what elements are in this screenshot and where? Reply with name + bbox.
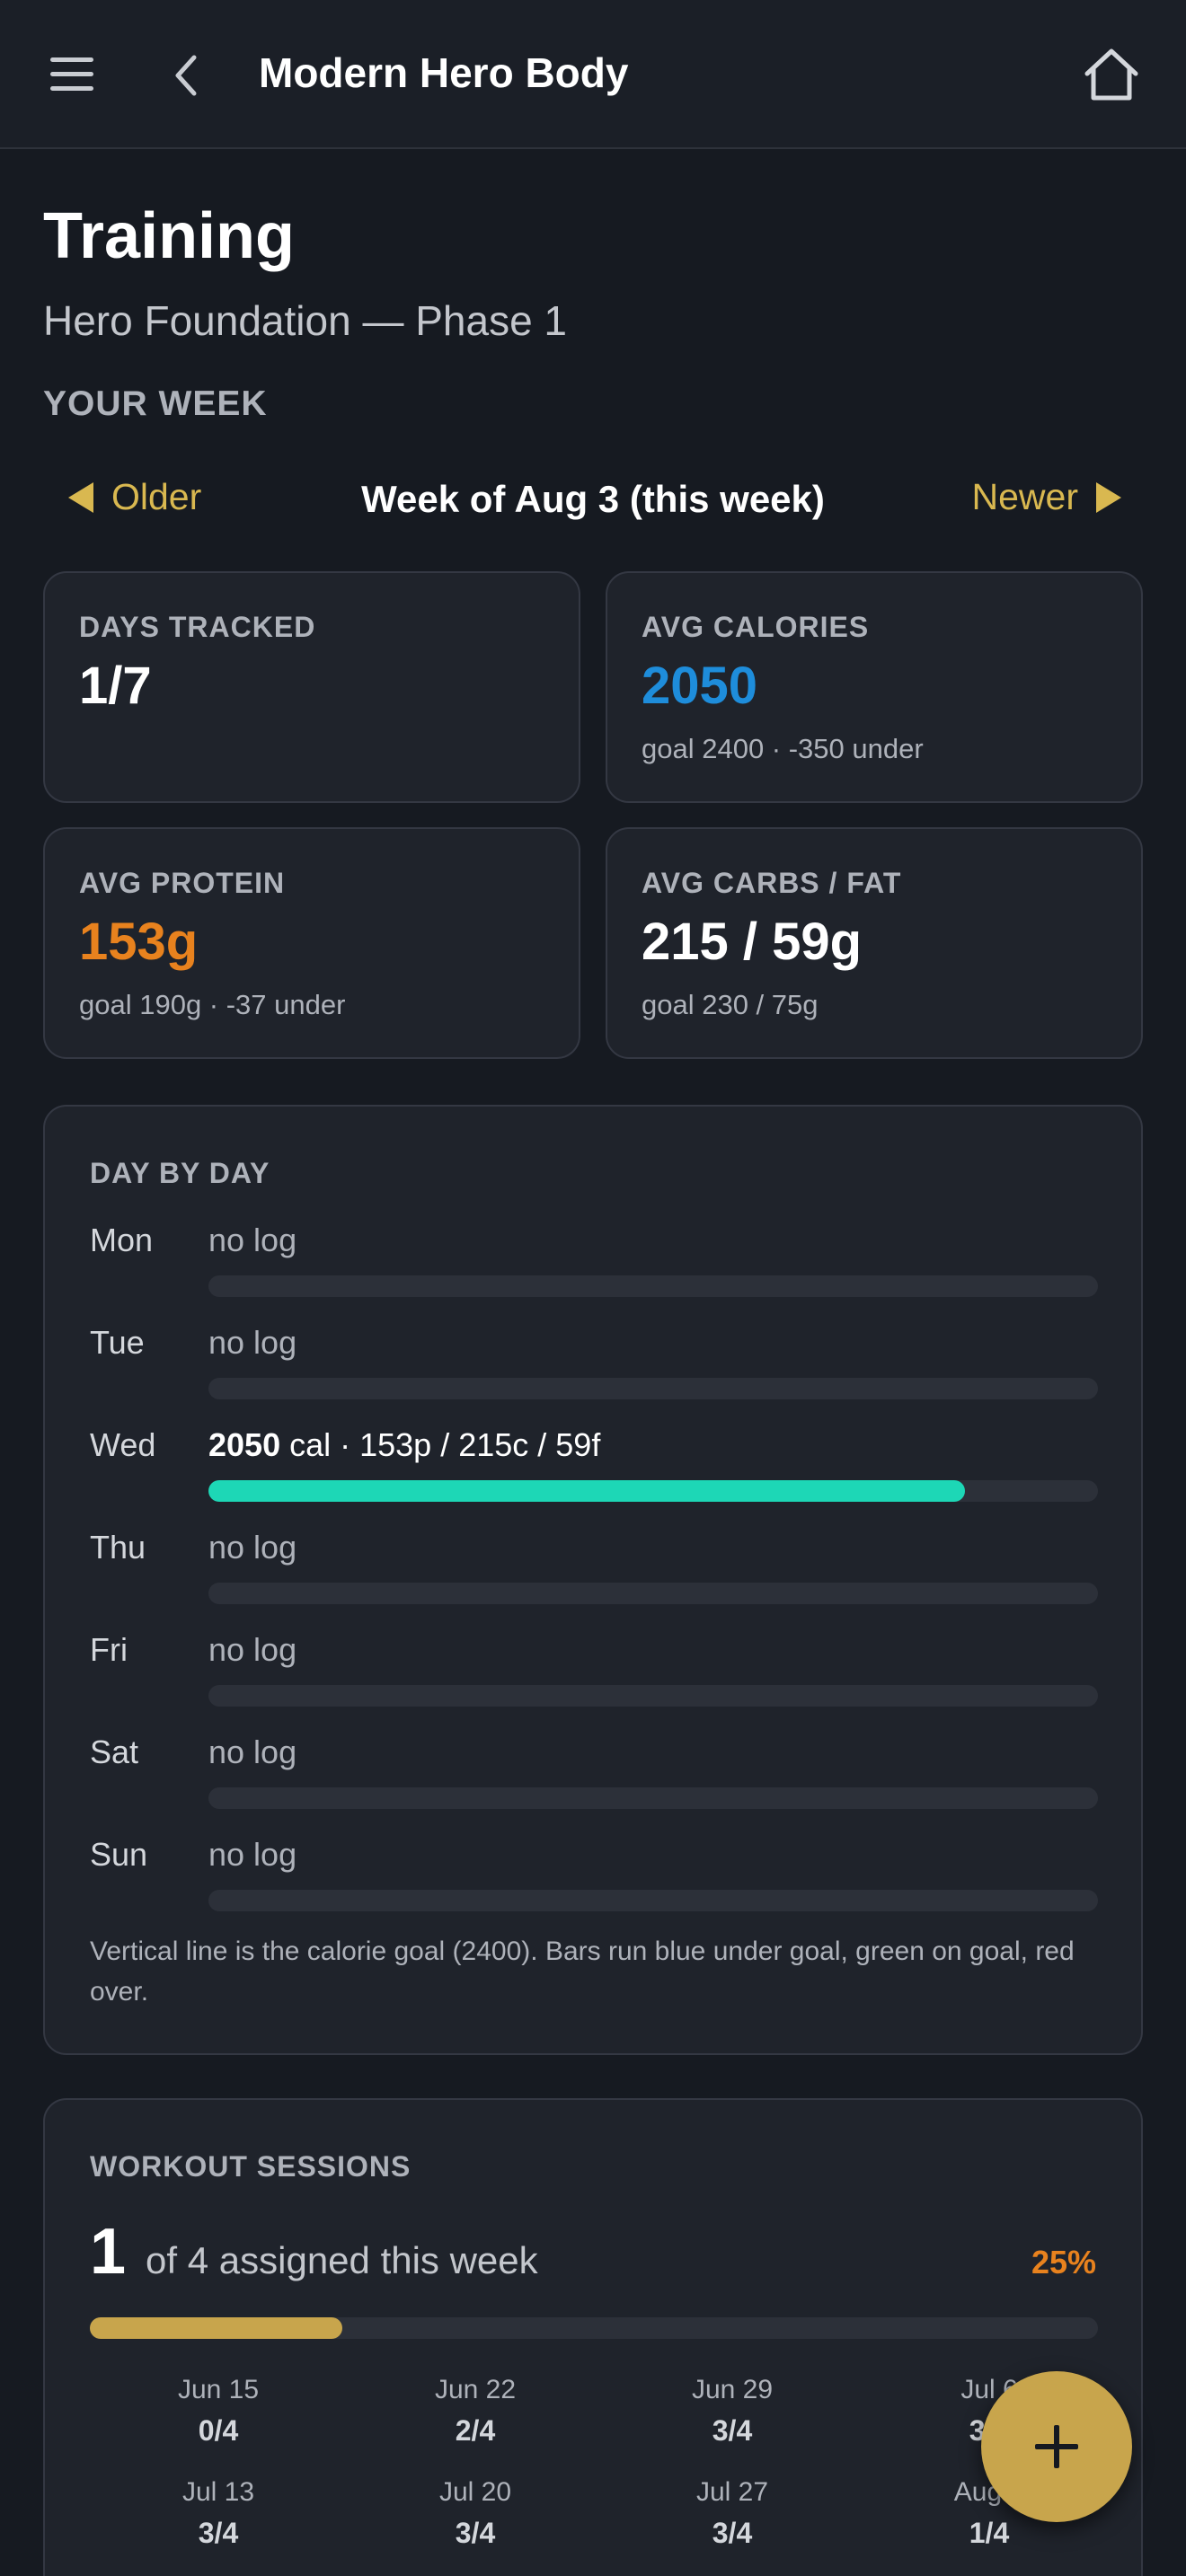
- stat-value: 215 / 59g: [642, 913, 863, 971]
- stat-card-avg-calories: AVG CALORIES 2050 goal 2400 · -350 under: [606, 571, 1143, 803]
- day-progress-track: [208, 1685, 1098, 1707]
- history-date: Jun 22: [434, 2375, 517, 2404]
- day-progress-track: [208, 1583, 1098, 1604]
- history-week: Jul 13 3/4: [90, 2477, 347, 2550]
- home-icon[interactable]: [1082, 47, 1141, 102]
- day-progress-track: [208, 1890, 1098, 1911]
- day-progress-fill: [208, 1480, 965, 1502]
- history-score: 3/4: [455, 2517, 496, 2549]
- day-name: Thu: [90, 1529, 146, 1566]
- day-progress-track: [208, 1275, 1098, 1297]
- day-name: Sun: [90, 1836, 148, 1873]
- hamburger-icon[interactable]: [45, 52, 101, 97]
- history-week: Jul 20 3/4: [347, 2477, 604, 2550]
- day-summary: no log: [208, 1529, 297, 1566]
- top-app-bar: Modern Hero Body: [0, 0, 1186, 149]
- history-date: Jul 13: [181, 2477, 255, 2507]
- day-progress-track: [208, 1480, 1098, 1502]
- history-week: Jun 29 3/4: [604, 2375, 861, 2448]
- sessions-percent: 25%: [1031, 2244, 1096, 2280]
- stat-card-days-tracked: DAYS TRACKED 1/7: [43, 571, 580, 803]
- history-score: 1/4: [969, 2517, 1010, 2549]
- history-week: Jun 22 2/4: [347, 2375, 604, 2448]
- history-score: 3/4: [712, 2414, 753, 2447]
- day-name: Tue: [90, 1324, 145, 1361]
- add-entry-fab[interactable]: [981, 2371, 1132, 2522]
- stat-label: AVG CARBS / FAT: [642, 867, 902, 899]
- day-row-sun: Sun no log: [90, 1836, 1098, 1926]
- stat-subtext: goal 2400 · -350 under: [642, 733, 924, 764]
- chevron-left-icon[interactable]: [167, 50, 203, 101]
- sessions-completed: 1 of 4 assigned this week: [90, 2215, 538, 2289]
- day-row-mon: Mon no log: [90, 1222, 1098, 1311]
- app-title: Modern Hero Body: [259, 49, 629, 96]
- caret-right-icon: [1096, 481, 1121, 513]
- history-score: 2/4: [455, 2414, 496, 2447]
- sessions-assigned-text: of 4 assigned this week: [146, 2239, 538, 2281]
- day-name: Wed: [90, 1426, 156, 1463]
- stat-card-avg-protein: AVG PROTEIN 153g goal 190g · -37 under: [43, 827, 580, 1059]
- day-summary: no log: [208, 1631, 297, 1668]
- day-macros: 153p / 215c / 59f: [359, 1426, 601, 1463]
- day-summary: no log: [208, 1222, 297, 1258]
- sessions-completed-count: 1: [90, 2216, 127, 2288]
- stat-subtext: goal 190g · -37 under: [79, 989, 346, 1020]
- day-row-tue: Tue no log: [90, 1324, 1098, 1414]
- page-title: Training: [43, 200, 296, 272]
- newer-week-button[interactable]: Newer: [972, 476, 1121, 518]
- day-summary: 2050 cal · 153p / 215c / 59f: [208, 1426, 600, 1464]
- history-week: Jun 15 0/4: [90, 2375, 347, 2448]
- day-row-fri: Fri no log: [90, 1631, 1098, 1721]
- workout-sessions-title: WORKOUT SESSIONS: [90, 2150, 412, 2183]
- day-name: Mon: [90, 1222, 154, 1258]
- day-progress-track: [208, 1787, 1098, 1809]
- stat-value: 153g: [79, 913, 199, 971]
- history-date: Jun 29: [691, 2375, 774, 2404]
- stat-subtext: goal 230 / 75g: [642, 989, 819, 1020]
- history-score: 0/4: [198, 2414, 239, 2447]
- day-calories: 2050: [208, 1426, 281, 1463]
- workout-sessions-card: WORKOUT SESSIONS 1 of 4 assigned this wee…: [43, 2098, 1143, 2576]
- training-screen: Modern Hero Body Training Hero Foundatio…: [0, 0, 1186, 2576]
- section-heading-your-week: YOUR WEEK: [43, 384, 268, 423]
- day-row-wed: Wed 2050 cal · 153p / 215c / 59f: [90, 1426, 1098, 1516]
- week-navigator: Older Week of Aug 3 (this week) Newer: [43, 467, 1143, 535]
- history-score: 3/4: [712, 2517, 753, 2549]
- history-date: Jul 20: [438, 2477, 512, 2507]
- day-summary: no log: [208, 1734, 297, 1770]
- day-summary: no log: [208, 1324, 297, 1361]
- stat-label: AVG PROTEIN: [79, 867, 286, 899]
- newer-label: Newer: [971, 476, 1078, 517]
- history-score: 3/4: [198, 2517, 239, 2549]
- history-date: Jun 15: [177, 2375, 260, 2404]
- sessions-progress-track: [90, 2317, 1098, 2339]
- calorie-goal-note: Vertical line is the calorie goal (2400)…: [90, 1936, 1075, 2007]
- day-name: Fri: [90, 1631, 128, 1668]
- program-name: Hero Foundation — Phase 1: [43, 297, 568, 344]
- stat-value: 1/7: [79, 657, 152, 715]
- day-row-thu: Thu no log: [90, 1529, 1098, 1619]
- sessions-progress-fill: [90, 2317, 342, 2339]
- day-by-day-title: DAY BY DAY: [90, 1157, 270, 1189]
- history-date: Jul 27: [695, 2477, 769, 2507]
- day-row-sat: Sat no log: [90, 1734, 1098, 1823]
- calories-unit: cal ·: [280, 1426, 360, 1463]
- day-summary: no log: [208, 1836, 297, 1873]
- history-week: Jul 27 3/4: [604, 2477, 861, 2550]
- stat-label: AVG CALORIES: [642, 611, 870, 643]
- stat-card-avg-carbs-fat: AVG CARBS / FAT 215 / 59g goal 230 / 75g: [606, 827, 1143, 1059]
- day-by-day-card: DAY BY DAY Mon no log Tue no log Wed 205…: [43, 1105, 1143, 2055]
- stat-label: DAYS TRACKED: [79, 611, 316, 643]
- stat-value: 2050: [642, 657, 758, 715]
- day-progress-track: [208, 1378, 1098, 1399]
- day-name: Sat: [90, 1734, 139, 1770]
